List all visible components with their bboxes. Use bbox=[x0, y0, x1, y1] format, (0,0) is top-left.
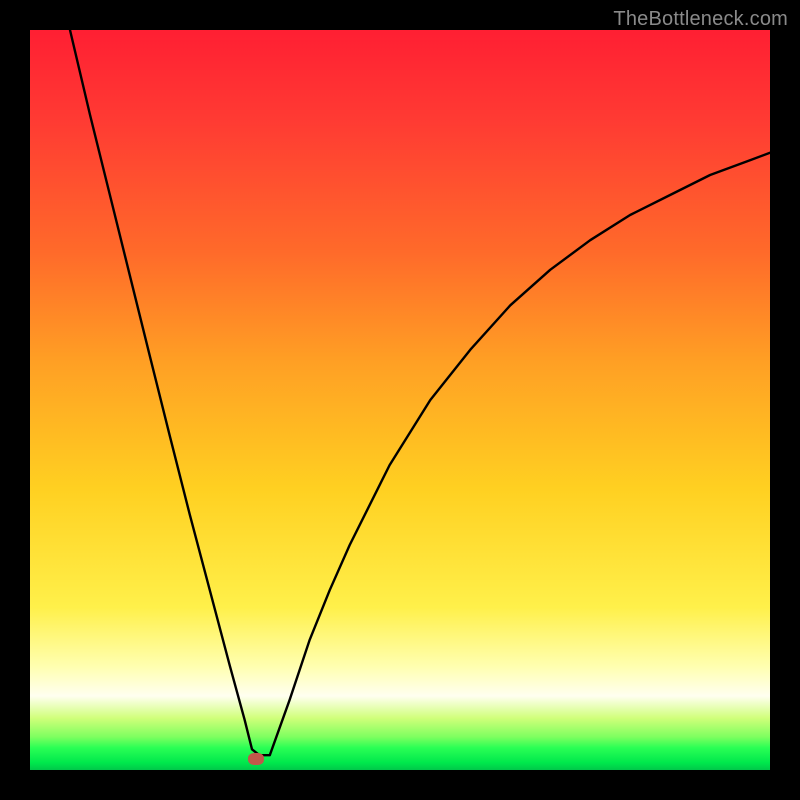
bottleneck-curve bbox=[30, 30, 770, 770]
chart-frame: TheBottleneck.com bbox=[0, 0, 800, 800]
bottleneck-marker-icon bbox=[248, 753, 264, 765]
plot-area bbox=[30, 30, 770, 770]
watermark-label: TheBottleneck.com bbox=[613, 8, 788, 31]
